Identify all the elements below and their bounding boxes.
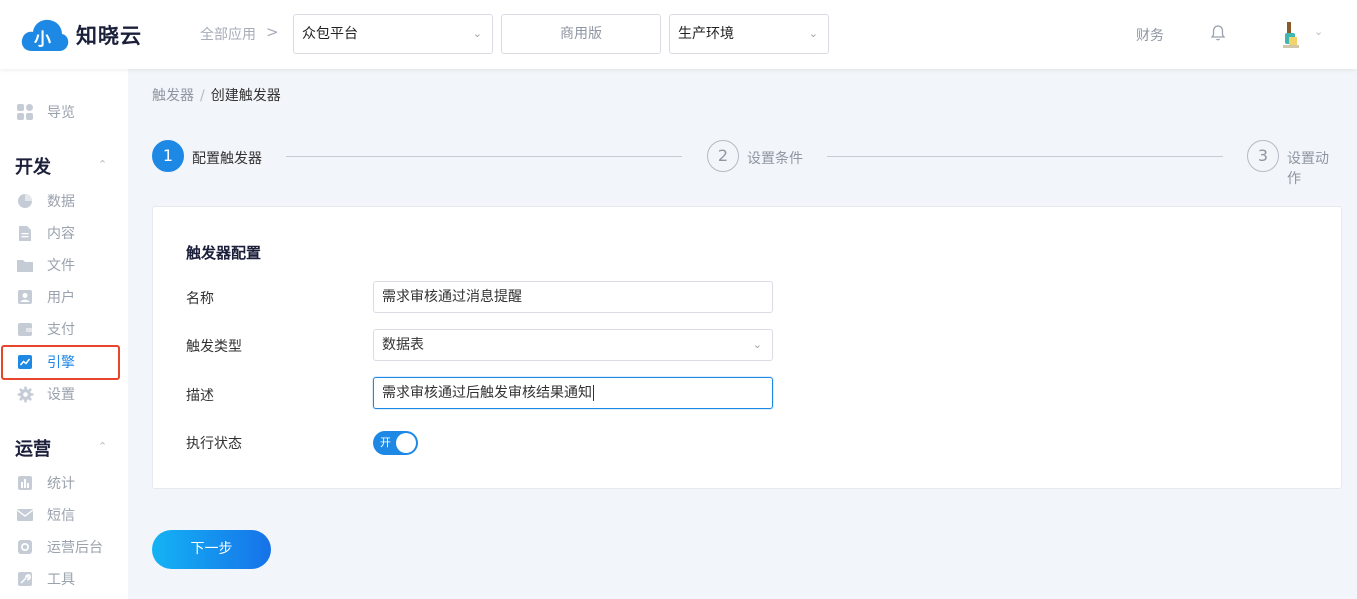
user-card-icon — [16, 288, 34, 306]
sidebar-item-content[interactable]: 内容 — [0, 217, 128, 249]
edition-label: 商用版 — [560, 26, 602, 42]
sidebar-item-payment[interactable]: 支付 — [0, 313, 128, 345]
name-input[interactable]: 需求审核通过消息提醒 — [373, 281, 773, 313]
step-1-circle: 1 — [152, 140, 184, 172]
step-2-circle: 2 — [707, 140, 739, 172]
sidebar-item-settings[interactable]: 设置 — [0, 378, 128, 410]
environment-select-value: 生产环境 — [678, 26, 734, 42]
description-input[interactable]: 需求审核通过后触发审核结果通知 — [373, 377, 773, 409]
logo-text: 知晓云 — [76, 24, 142, 48]
sidebar-item-label: 短信 — [47, 508, 75, 524]
platform-select-value: 众包平台 — [302, 26, 358, 42]
top-bar: 小 知晓云 全部应用 > 众包平台 ⌄ 商用版 生产环境 ⌄ 财务 ⌄ — [0, 0, 1357, 69]
status-toggle[interactable]: 开 — [373, 431, 418, 455]
step-1-label: 配置触发器 — [192, 151, 262, 167]
name-label: 名称 — [186, 291, 214, 307]
toggle-text: 开 — [380, 436, 391, 449]
folder-icon — [16, 256, 34, 274]
chevron-down-icon: ⌄ — [808, 27, 818, 40]
sidebar-item-label: 设置 — [47, 387, 75, 403]
step-connector — [827, 156, 1223, 157]
cloud-logo-icon: 小 — [21, 19, 69, 51]
avatar[interactable] — [1278, 20, 1304, 50]
sidebar-item-sms[interactable]: 短信 — [0, 499, 128, 531]
platform-select[interactable]: 众包平台 ⌄ — [293, 14, 493, 54]
chevron-down-icon: ⌄ — [752, 338, 762, 351]
breadcrumb: 触发器 / 创建触发器 — [152, 85, 281, 105]
wallet-icon — [16, 320, 34, 338]
breadcrumb-current: 创建触发器 — [210, 88, 281, 104]
chevron-right-icon: > — [266, 23, 279, 41]
sidebar-item-statistics[interactable]: 统计 — [0, 467, 128, 499]
description-label: 描述 — [186, 388, 214, 404]
sidebar-item-users[interactable]: 用户 — [0, 281, 128, 313]
sidebar: 导览 开发 ⌃ 数据 内容 文件 用户 支付 引擎 设置 运营 ⌃ 统计 短信 … — [0, 69, 128, 599]
sidebar-item-overview[interactable]: 导览 — [0, 96, 128, 128]
bar-chart-icon — [16, 474, 34, 492]
active-item-highlight — [1, 345, 120, 380]
description-input-value: 需求审核通过后触发审核结果通知 — [382, 385, 592, 401]
chevron-down-icon[interactable]: ⌄ — [1314, 25, 1323, 38]
step-3-circle: 3 — [1247, 140, 1279, 172]
console-icon — [16, 538, 34, 556]
sidebar-item-label: 支付 — [47, 322, 75, 338]
step-indicator: 1 配置触发器 2 设置条件 3 设置动作 — [152, 140, 1342, 187]
chevron-up-icon[interactable]: ⌃ — [98, 440, 107, 453]
sidebar-item-ops-console[interactable]: 运营后台 — [0, 531, 128, 563]
sidebar-item-label: 统计 — [47, 476, 75, 492]
sidebar-item-label: 用户 — [47, 290, 75, 306]
sidebar-item-data[interactable]: 数据 — [0, 185, 128, 217]
trigger-type-value: 数据表 — [382, 337, 424, 353]
sidebar-item-label: 文件 — [47, 258, 75, 274]
bell-icon[interactable] — [1210, 24, 1226, 42]
card-title: 触发器配置 — [186, 244, 262, 262]
step-3-label: 设置动作 — [1287, 151, 1329, 187]
step-connector — [286, 156, 682, 157]
breadcrumb-separator: / — [200, 88, 205, 104]
breadcrumb-parent-link[interactable]: 触发器 — [152, 88, 194, 104]
sidebar-item-label: 工具 — [47, 572, 75, 588]
text-cursor — [593, 385, 594, 401]
trigger-type-select[interactable]: 数据表 ⌄ — [373, 329, 773, 361]
document-icon — [16, 224, 34, 242]
gear-icon — [16, 385, 34, 403]
wrench-icon — [16, 570, 34, 588]
group-ops-title[interactable]: 运营 — [15, 435, 51, 461]
chevron-down-icon: ⌄ — [472, 27, 482, 40]
chevron-up-icon[interactable]: ⌃ — [98, 158, 107, 171]
sidebar-item-label: 数据 — [47, 194, 75, 210]
status-label: 执行状态 — [186, 436, 242, 452]
step-2-label: 设置条件 — [747, 151, 803, 167]
environment-select[interactable]: 生产环境 ⌄ — [669, 14, 829, 54]
logo[interactable]: 小 知晓云 — [20, 17, 142, 53]
sidebar-item-label: 内容 — [47, 226, 75, 242]
sidebar-item-files[interactable]: 文件 — [0, 249, 128, 281]
edition-badge[interactable]: 商用版 — [501, 14, 661, 54]
pie-chart-icon — [16, 192, 34, 210]
next-step-button[interactable]: 下一步 — [152, 530, 271, 569]
finance-link[interactable]: 财务 — [1136, 25, 1164, 45]
toggle-knob — [396, 433, 416, 453]
name-input-value: 需求审核通过消息提醒 — [382, 289, 522, 305]
sidebar-item-tools[interactable]: 工具 — [0, 563, 128, 595]
sidebar-item-label: 导览 — [47, 105, 75, 121]
trigger-config-card: 触发器配置 名称 需求审核通过消息提醒 触发类型 数据表 ⌄ 描述 需求审核通过… — [152, 206, 1342, 489]
trigger-type-label: 触发类型 — [186, 339, 242, 355]
grid-icon — [16, 103, 34, 121]
all-apps-link[interactable]: 全部应用 — [200, 24, 256, 44]
group-dev-title[interactable]: 开发 — [15, 153, 51, 179]
sidebar-item-label: 运营后台 — [47, 540, 103, 556]
mail-icon — [16, 506, 34, 524]
svg-text:小: 小 — [34, 30, 51, 50]
